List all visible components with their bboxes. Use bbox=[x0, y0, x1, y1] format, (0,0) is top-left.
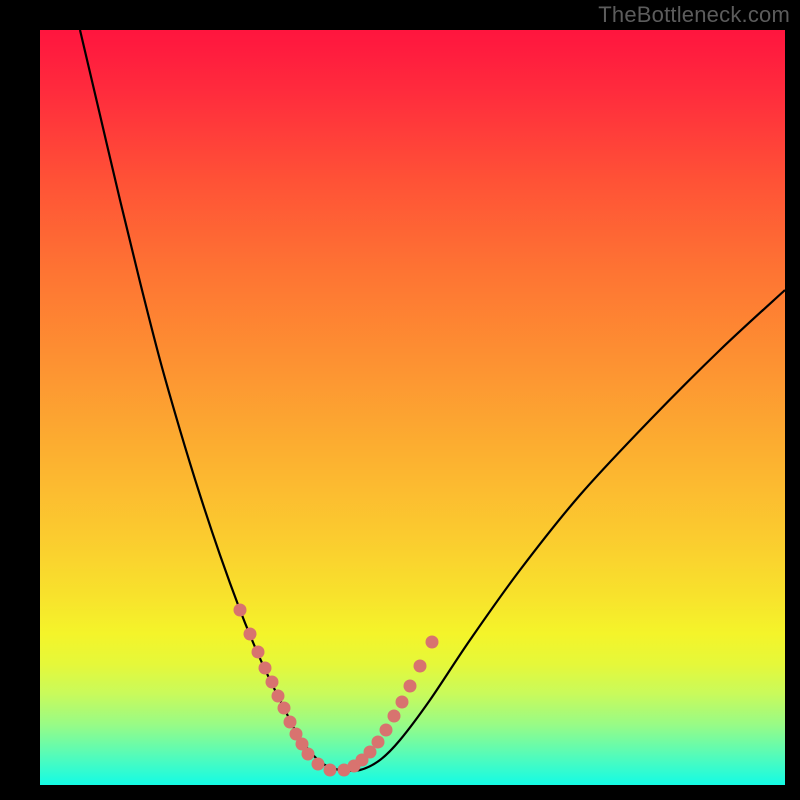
curve-dot bbox=[312, 758, 325, 771]
watermark-text: TheBottleneck.com bbox=[598, 2, 790, 28]
curve-dot bbox=[426, 636, 439, 649]
curve-dot bbox=[414, 660, 427, 673]
curve-dot bbox=[380, 724, 393, 737]
curve-dot bbox=[284, 716, 297, 729]
curve-dot bbox=[266, 676, 279, 689]
curve-dot bbox=[324, 764, 337, 777]
curve-dot bbox=[404, 680, 417, 693]
curve-dot bbox=[244, 628, 257, 641]
curve-dot bbox=[372, 736, 385, 749]
curve-dot bbox=[302, 748, 315, 761]
curve-dot bbox=[278, 702, 291, 715]
curve-dot bbox=[388, 710, 401, 723]
curve-dot bbox=[259, 662, 272, 675]
curve-dots-group bbox=[234, 604, 439, 777]
curve-dot bbox=[396, 696, 409, 709]
bottleneck-curve-svg bbox=[40, 30, 785, 785]
chart-frame: TheBottleneck.com bbox=[0, 0, 800, 800]
plot-area bbox=[40, 30, 785, 785]
curve-dot bbox=[252, 646, 265, 659]
bottleneck-curve bbox=[80, 30, 785, 771]
curve-dot bbox=[234, 604, 247, 617]
curve-dot bbox=[272, 690, 285, 703]
